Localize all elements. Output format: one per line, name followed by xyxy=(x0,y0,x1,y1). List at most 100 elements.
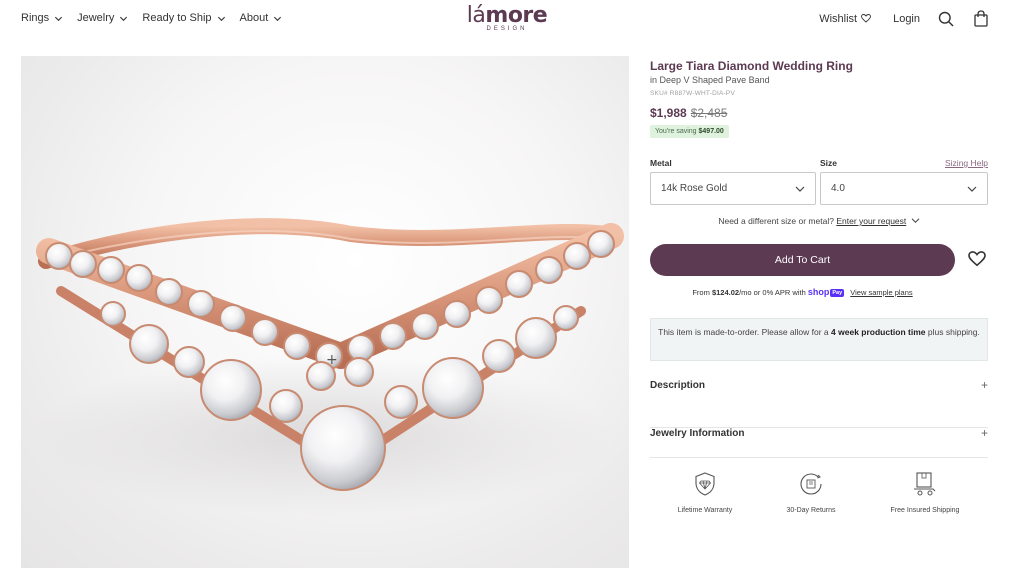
custom-request-row: Need a different size or metal? Enter yo… xyxy=(650,216,988,226)
diamond-stone xyxy=(173,346,205,378)
returns-icon xyxy=(756,470,866,498)
product-title: Large Tiara Diamond Wedding Ring xyxy=(650,59,853,73)
logo-wordmark: lámore xyxy=(462,4,552,28)
nav-item-label: Jewelry xyxy=(77,12,115,24)
shipping-box-icon xyxy=(870,470,980,498)
diamond-stone xyxy=(443,300,471,328)
login-link[interactable]: Login xyxy=(893,13,920,25)
nav-item-jewelry[interactable]: Jewelry xyxy=(77,12,128,24)
metal-label: Metal xyxy=(650,158,672,168)
product-sku: SKU# R887W-WHT-DIA-PV xyxy=(650,90,735,97)
variant-selectors: Metal Size Sizing Help 14k Rose Gold 4.0 xyxy=(650,158,988,205)
plus-icon: + xyxy=(980,378,988,392)
diamond-stone xyxy=(475,286,503,314)
plus-icon: + xyxy=(980,426,988,440)
nav-item-about[interactable]: About xyxy=(240,12,283,24)
accordion-description[interactable]: Description + xyxy=(650,378,988,428)
nav-item-label: Rings xyxy=(21,12,50,24)
notice-bold: 4 week production time xyxy=(831,327,926,337)
diamond-stone xyxy=(125,264,153,292)
savings-prefix: You're saving xyxy=(655,128,697,135)
feature-free-insured-shipping: Free Insured Shipping xyxy=(870,470,980,514)
product-image[interactable]: + xyxy=(21,56,629,568)
diamond-stone xyxy=(379,322,407,350)
feature-label: 30-Day Returns xyxy=(786,507,836,514)
diamond-stone xyxy=(251,318,279,346)
diamond-stone xyxy=(269,389,303,423)
diamond-stone xyxy=(283,332,311,360)
accordion-label: Jewelry Information xyxy=(650,428,745,439)
diamond-stone xyxy=(219,304,247,332)
chevron-down-icon xyxy=(795,186,805,192)
feature-lifetime-warranty: Lifetime Warranty xyxy=(650,470,760,514)
custom-request-link[interactable]: Enter your request xyxy=(836,216,906,226)
nav-item-ready-to-ship[interactable]: Ready to Ship xyxy=(142,12,225,24)
ring-photo: + xyxy=(31,218,624,516)
production-notice: This item is made-to-order. Please allow… xyxy=(650,318,988,361)
savings-amount: $497.00 xyxy=(698,128,724,135)
financing-mid: /mo or 0% APR with xyxy=(739,288,806,297)
custom-request-text: Need a different size or metal? xyxy=(718,216,834,226)
nav-item-label: Ready to Ship xyxy=(142,12,212,24)
diamond-stone xyxy=(155,278,183,306)
shop-pay-shop: shop xyxy=(807,287,830,297)
shop-pay-logo: shop Pay xyxy=(807,287,845,297)
site-logo[interactable]: lámore DESIGN xyxy=(462,4,552,33)
diamond-stone xyxy=(69,250,97,278)
original-price: $2,485 xyxy=(690,106,728,120)
notice-post: plus shipping. xyxy=(927,327,980,337)
size-select-value: 4.0 xyxy=(831,183,845,194)
feature-30-day-returns: 30-Day Returns xyxy=(756,470,866,514)
diamond-stone xyxy=(187,290,215,318)
diamond-stone xyxy=(200,359,262,421)
metal-select[interactable]: 14k Rose Gold xyxy=(650,172,816,205)
heart-icon xyxy=(861,14,872,23)
nav-item-label: About xyxy=(239,12,269,24)
diamond-stone xyxy=(347,334,375,362)
account-nav: Wishlist Login xyxy=(819,10,988,27)
feature-label: Free Insured Shipping xyxy=(890,507,960,514)
current-price: $1,988 xyxy=(650,106,687,120)
diamond-stone xyxy=(300,405,386,491)
diamond-stone xyxy=(344,357,374,387)
accordion-jewelry-information[interactable]: Jewelry Information + xyxy=(650,426,988,458)
chevron-down-icon xyxy=(120,16,128,21)
chevron-down-icon xyxy=(274,16,282,21)
savings-badge: You're saving $497.00 xyxy=(650,125,729,138)
features-row: Lifetime Warranty 30-Day Returns Free In… xyxy=(650,470,988,520)
svg-text:+: + xyxy=(326,352,338,368)
feature-label: Lifetime Warranty xyxy=(677,507,733,514)
search-icon[interactable] xyxy=(938,11,954,27)
notice-pre: This item is made-to-order. Please allow… xyxy=(658,327,829,337)
chevron-down-icon[interactable] xyxy=(911,217,920,224)
price-row: $1,988 $2,485 xyxy=(650,106,988,120)
size-label: Size xyxy=(820,158,838,168)
chevron-down-icon xyxy=(55,16,63,21)
cart-row: Add To Cart xyxy=(650,244,988,276)
add-to-cart-button[interactable]: Add To Cart xyxy=(650,244,955,276)
size-select[interactable]: 4.0 xyxy=(820,172,988,205)
diamond-stone xyxy=(505,270,533,298)
site-header: Rings Jewelry Ready to Ship About lámore… xyxy=(0,0,1024,40)
sizing-help-link[interactable]: Sizing Help xyxy=(945,158,988,168)
nav-item-rings[interactable]: Rings xyxy=(21,12,63,24)
diamond-stone xyxy=(129,324,169,364)
shop-pay-pay: Pay xyxy=(830,289,845,297)
diamond-stone xyxy=(482,339,516,373)
wishlist-heart-icon[interactable] xyxy=(968,251,986,267)
product-subtitle: in Deep V Shaped Pave Band xyxy=(650,75,770,85)
wishlist-label: Wishlist xyxy=(819,12,858,25)
diamond-stone xyxy=(97,256,125,284)
view-sample-plans-link[interactable]: View sample plans xyxy=(850,288,912,297)
product-info: Large Tiara Diamond Wedding Ring in Deep… xyxy=(650,58,988,138)
chevron-down-icon xyxy=(217,16,225,21)
chevron-down-icon xyxy=(967,186,977,192)
wishlist-link[interactable]: Wishlist xyxy=(819,12,872,25)
diamond-stone xyxy=(45,242,73,270)
financing-amount: $124.02 xyxy=(711,288,740,297)
logo-la: lá xyxy=(466,3,486,28)
diamond-stone xyxy=(422,357,484,419)
metal-select-value: 14k Rose Gold xyxy=(661,183,728,194)
diamond-stone xyxy=(515,317,557,359)
shopping-bag-icon[interactable] xyxy=(974,10,988,27)
